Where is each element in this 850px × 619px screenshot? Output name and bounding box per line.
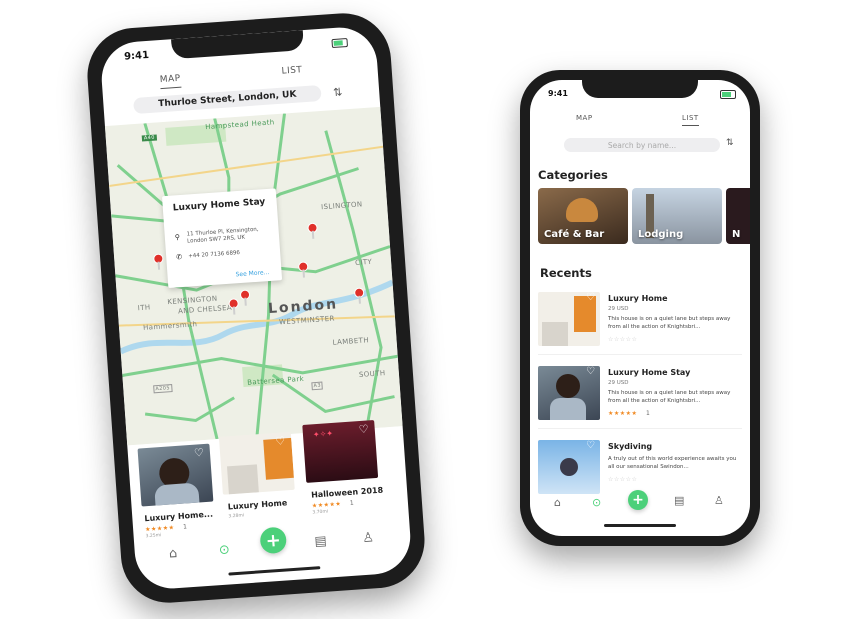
rating-stars: ★★★★★ xyxy=(311,500,342,510)
favorite-icon[interactable]: ♡ xyxy=(586,292,595,303)
home-indicator xyxy=(604,524,676,527)
category-lodging[interactable]: Lodging xyxy=(632,188,722,244)
location-pin-icon: ⚲ xyxy=(174,233,181,242)
category-label: Café & Bar xyxy=(544,229,605,240)
listing-distance: 3.28mi xyxy=(228,513,245,520)
tab-map[interactable]: MAP xyxy=(576,114,593,122)
listing-title: Luxury Home... xyxy=(144,509,214,524)
category-cafe-bar[interactable]: Café & Bar xyxy=(538,188,628,244)
recent-description: This house is on a quiet lane but steps … xyxy=(608,316,731,330)
battery-icon xyxy=(720,90,736,99)
category-label: Lodging xyxy=(638,229,684,240)
recent-title[interactable]: Luxury Home xyxy=(608,294,668,303)
add-button[interactable]: + xyxy=(628,490,648,510)
location-text: Thurloe Street, London, UK xyxy=(158,89,297,110)
search-placeholder: Search by name... xyxy=(607,140,677,150)
rating-stars: ★★★★★ xyxy=(608,410,638,417)
recent-description: A truly out of this world experience awa… xyxy=(608,456,737,470)
right-screen: 9:41 MAP LIST Search by name... ⇅ Catego… xyxy=(530,80,750,536)
popup-address: 11 Thurloe Pl, Kensington, London SW7 2R… xyxy=(186,226,259,245)
rating-count: 1 xyxy=(349,499,355,507)
map-label: A40 xyxy=(141,134,158,142)
recents-heading: Recents xyxy=(540,266,592,280)
map-view[interactable]: Hampstead Heath A40 ISLINGTON CITY Londo… xyxy=(104,106,403,446)
see-more-link[interactable]: See More... xyxy=(235,269,269,278)
categories-heading: Categories xyxy=(538,168,608,182)
favorite-icon[interactable]: ♡ xyxy=(586,440,595,451)
burger-image xyxy=(566,198,598,222)
home-icon[interactable]: ⌂ xyxy=(168,546,177,562)
left-screen: 9:41 MAP LIST Thurloe Street, London, UK… xyxy=(99,25,413,591)
favorite-icon[interactable]: ♡ xyxy=(586,366,595,377)
notch xyxy=(582,80,698,98)
profile-icon[interactable]: ♙ xyxy=(362,530,375,546)
favorite-icon[interactable]: ♡ xyxy=(275,434,286,448)
left-phone: 9:41 MAP LIST Thurloe Street, London, UK… xyxy=(84,10,428,606)
list-nav-icon[interactable]: ▤ xyxy=(314,534,327,550)
rating-stars: ★★★★★ xyxy=(144,524,175,534)
map-label: ITH xyxy=(137,303,151,313)
listing-card[interactable]: ♡ Luxury Home... ★★★★★ 1 3.25mi xyxy=(137,443,220,540)
favorite-icon-wrap: ♡ xyxy=(584,292,600,308)
rating-stars: ☆☆☆☆☆ xyxy=(608,476,638,483)
list-nav-icon[interactable]: ▤ xyxy=(674,494,684,507)
add-button[interactable]: + xyxy=(259,526,288,555)
favorite-icon[interactable]: ♡ xyxy=(194,446,205,460)
profile-icon[interactable]: ♙ xyxy=(714,494,724,507)
map-label: CITY xyxy=(354,257,373,267)
battery-icon xyxy=(331,37,349,49)
location-search-input[interactable]: Thurloe Street, London, UK xyxy=(133,84,322,115)
tab-list[interactable]: LIST xyxy=(682,114,699,126)
favorite-icon-wrap: ♡ xyxy=(584,366,600,382)
divider xyxy=(538,428,742,429)
map-label: A3 xyxy=(311,381,324,391)
rating-stars: ☆☆☆☆☆ xyxy=(608,336,638,343)
home-indicator xyxy=(228,566,321,576)
recent-description: This house is on a quiet lane but steps … xyxy=(608,390,731,404)
home-icon[interactable]: ⌂ xyxy=(554,496,561,509)
search-input[interactable]: Search by name... xyxy=(564,138,720,152)
right-phone: 9:41 MAP LIST Search by name... ⇅ Catego… xyxy=(520,70,760,546)
map-pin-nav-icon[interactable]: ⊙ xyxy=(592,496,601,509)
favorite-icon[interactable]: ♡ xyxy=(358,422,369,436)
filter-icon[interactable]: ⇅ xyxy=(726,138,734,148)
map-label: A205 xyxy=(153,384,173,394)
category-more[interactable]: N xyxy=(726,188,750,244)
rating-count: 1 xyxy=(646,410,651,417)
tab-list[interactable]: LIST xyxy=(281,65,303,76)
recent-title[interactable]: Skydiving xyxy=(608,442,652,451)
favorite-icon-wrap: ♡ xyxy=(584,440,600,456)
popup-phone: +44 20 7136 6896 xyxy=(188,249,241,260)
listing-title: Luxury Home xyxy=(227,498,288,512)
notch xyxy=(171,30,305,60)
divider xyxy=(538,354,742,355)
recent-price: 29 USD xyxy=(608,380,629,386)
category-label: N xyxy=(732,229,741,240)
status-time: 9:41 xyxy=(548,89,568,98)
listing-card[interactable]: ♡ Luxury Home 3.28mi xyxy=(218,431,301,527)
location-popup[interactable]: Luxury Home Stay ⚲ 11 Thurloe Pl, Kensin… xyxy=(161,188,283,289)
listing-card[interactable]: ✦✧✦ ♡ Halloween 2018 ★★★★★ 1 3.70mi xyxy=(302,420,384,516)
listing-title: Halloween 2018 xyxy=(310,485,384,500)
listing-distance: 3.70mi xyxy=(312,509,329,516)
rating-count: 1 xyxy=(182,523,188,531)
filter-icon[interactable]: ⇅ xyxy=(333,85,343,99)
popup-title: Luxury Home Stay xyxy=(172,197,266,214)
tab-map[interactable]: MAP xyxy=(160,74,182,85)
recent-title[interactable]: Luxury Home Stay xyxy=(608,368,690,377)
phone-icon: ✆ xyxy=(175,253,183,262)
map-pin-nav-icon[interactable]: ⊙ xyxy=(218,542,230,558)
listing-distance: 3.25mi xyxy=(145,533,162,540)
recent-price: 29 USD xyxy=(608,306,629,312)
status-time: 9:41 xyxy=(123,49,150,63)
